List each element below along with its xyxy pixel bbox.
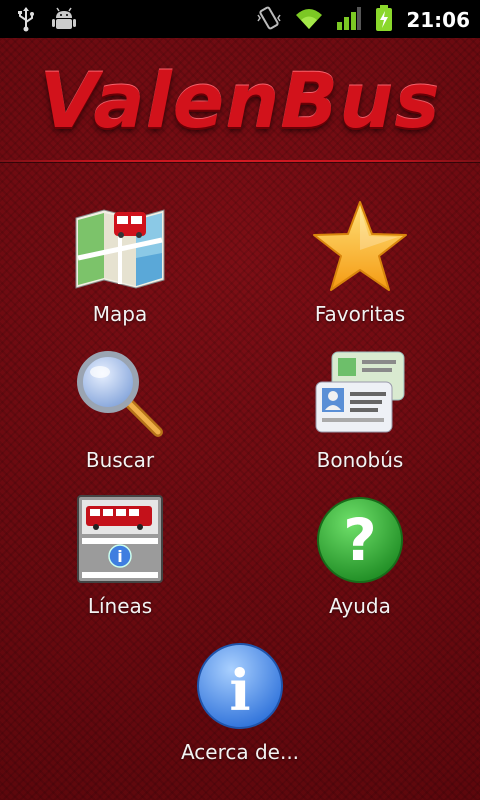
id-cards-icon bbox=[310, 344, 410, 444]
info-icon: i bbox=[190, 636, 290, 736]
menu-item-acerca-de[interactable]: i Acerca de... bbox=[140, 636, 340, 776]
star-icon bbox=[310, 198, 410, 298]
menu-label-ayuda: Ayuda bbox=[329, 594, 391, 618]
menu-label-mapa: Mapa bbox=[92, 302, 148, 326]
svg-text:?: ? bbox=[343, 506, 377, 574]
menu-item-mapa[interactable]: Mapa bbox=[20, 198, 220, 338]
menu-label-lineas: Líneas bbox=[87, 594, 153, 618]
menu-item-lineas[interactable]: i Líneas bbox=[20, 490, 220, 630]
svg-text:i: i bbox=[229, 658, 250, 724]
bus-stop-info-icon: i bbox=[70, 490, 170, 590]
wifi-icon bbox=[294, 5, 324, 35]
menu-label-bonobus: Bonobús bbox=[316, 448, 404, 472]
menu-item-favoritas[interactable]: Favoritas bbox=[260, 198, 460, 338]
menu-item-ayuda[interactable]: ? Ayuda bbox=[260, 490, 460, 630]
map-bus-icon bbox=[70, 198, 170, 298]
vibrate-icon bbox=[256, 5, 282, 35]
app-screen: ValenBus Mapa Favoritas Buscar Bonobús i… bbox=[0, 38, 480, 800]
header-divider bbox=[0, 160, 480, 162]
menu-item-bonobus[interactable]: Bonobús bbox=[260, 344, 460, 484]
app-logo: ValenBus bbox=[39, 56, 441, 145]
menu-label-buscar: Buscar bbox=[85, 448, 155, 472]
header: ValenBus bbox=[0, 38, 480, 160]
menu-item-buscar[interactable]: Buscar bbox=[20, 344, 220, 484]
android-debug-icon bbox=[52, 6, 76, 36]
menu-label-favoritas: Favoritas bbox=[314, 302, 406, 326]
signal-icon bbox=[336, 5, 362, 35]
help-icon: ? bbox=[310, 490, 410, 590]
status-bar: 21:06 bbox=[0, 0, 480, 38]
battery-charging-icon bbox=[374, 4, 394, 36]
magnifier-icon bbox=[70, 344, 170, 444]
usb-icon bbox=[16, 6, 36, 36]
clock: 21:06 bbox=[406, 8, 470, 32]
menu-label-acerca-de: Acerca de... bbox=[180, 740, 300, 764]
svg-text:i: i bbox=[117, 547, 122, 566]
